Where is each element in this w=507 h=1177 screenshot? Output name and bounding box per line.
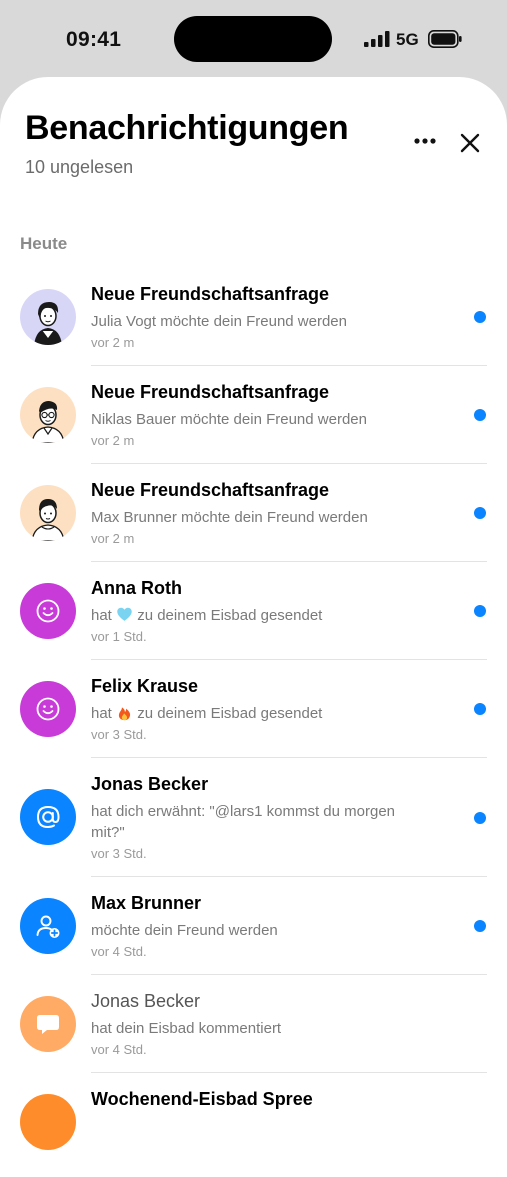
notification-time: vor 4 Std. [91,1042,147,1057]
notification-message: Niklas Bauer möchte dein Freund werden [91,411,367,428]
notification-list: Neue Freundschaftsanfrage Julia Vogt möc… [0,268,507,1171]
notifications-sheet: Benachrichtigungen 10 ungelesen Heute Ne… [0,77,507,1177]
notification-time: vor 2 m [91,433,135,448]
notification-item[interactable]: Jonas Becker hat dich erwähnt: "@lars1 k… [0,758,507,877]
notification-item[interactable]: Neue Freundschaftsanfrage Max Brunner mö… [0,464,507,562]
battery-icon [428,30,462,48]
unread-dot [474,920,486,932]
unread-dot [474,311,486,323]
notification-message: Max Brunner möchte dein Freund werden [91,509,368,526]
unread-dot [474,812,486,824]
smiley-icon [20,681,76,737]
notification-title: Jonas Becker [91,774,209,794]
dynamic-island [174,16,332,62]
light-blue-heart-icon [117,607,132,621]
unread-dot [474,409,486,421]
smiley-icon [20,583,76,639]
illustrated-man-glasses-avatar [20,387,76,443]
notification-title: Neue Freundschaftsanfrage [91,284,330,304]
illustrated-man-avatar [20,485,76,541]
cellular-signal-icon [364,31,390,47]
notification-time: vor 2 m [91,335,135,350]
notification-time: vor 1 Std. [91,629,147,644]
notification-title: Neue Freundschaftsanfrage [91,480,330,500]
notification-item[interactable]: Neue Freundschaftsanfrage Niklas Bauer m… [0,366,507,464]
comment-icon [20,996,76,1052]
close-button[interactable] [456,129,484,157]
notification-time: vor 3 Std. [91,727,147,742]
unread-dot [474,605,486,617]
notification-time: vor 3 Std. [91,846,147,861]
notification-item[interactable]: Neue Freundschaftsanfrage Julia Vogt möc… [0,268,507,366]
notification-message: hat zu deinem Eisbad gesendet [91,605,431,626]
notification-title: Neue Freundschaftsanfrage [91,382,330,402]
orange-event-icon [20,1094,76,1150]
notification-message: Julia Vogt möchte dein Freund werden [91,313,347,330]
at-sign-icon [20,789,76,845]
message-prefix: hat [91,607,112,624]
notification-message: hat dich erwähnt: "@lars1 kommst du morg… [91,803,396,841]
notification-title: Jonas Becker [91,991,201,1011]
notification-title: Anna Roth [91,578,182,598]
add-user-icon [20,898,76,954]
more-options-button[interactable] [410,129,440,153]
notification-title: Felix Krause [91,676,199,696]
unread-dot [474,703,486,715]
message-prefix: hat [91,705,112,722]
status-bar: 09:41 5G [0,0,507,80]
notification-item[interactable]: Anna Roth hat zu deinem Eisbad gesendet … [0,562,507,660]
illustrated-woman-avatar [20,289,76,345]
notification-item[interactable]: Wochenend-Eisbad Spree [0,1073,507,1171]
notification-item[interactable]: Jonas Becker hat dein Eisbad kommentiert… [0,975,507,1073]
notification-item[interactable]: Felix Krause hat zu deinem Eisbad gesend… [0,660,507,758]
section-header-today: Heute [20,234,68,253]
page-title: Benachrichtigungen [25,109,349,147]
notification-time: vor 2 m [91,531,135,546]
notification-message: hat zu deinem Eisbad gesendet [91,703,431,724]
network-type: 5G [396,30,419,49]
message-suffix: zu deinem Eisbad gesendet [137,607,323,624]
notification-item[interactable]: Max Brunner möchte dein Freund werden vo… [0,877,507,975]
status-time: 09:41 [66,28,122,51]
notification-title: Max Brunner [91,893,202,913]
unread-dot [474,507,486,519]
notification-message: hat dein Eisbad kommentiert [91,1020,282,1037]
fire-icon [118,707,131,721]
notification-message: möchte dein Freund werden [91,922,278,939]
notification-time: vor 4 Std. [91,944,147,959]
unread-count: 10 ungelesen [25,157,134,177]
message-suffix: zu deinem Eisbad gesendet [137,705,323,722]
